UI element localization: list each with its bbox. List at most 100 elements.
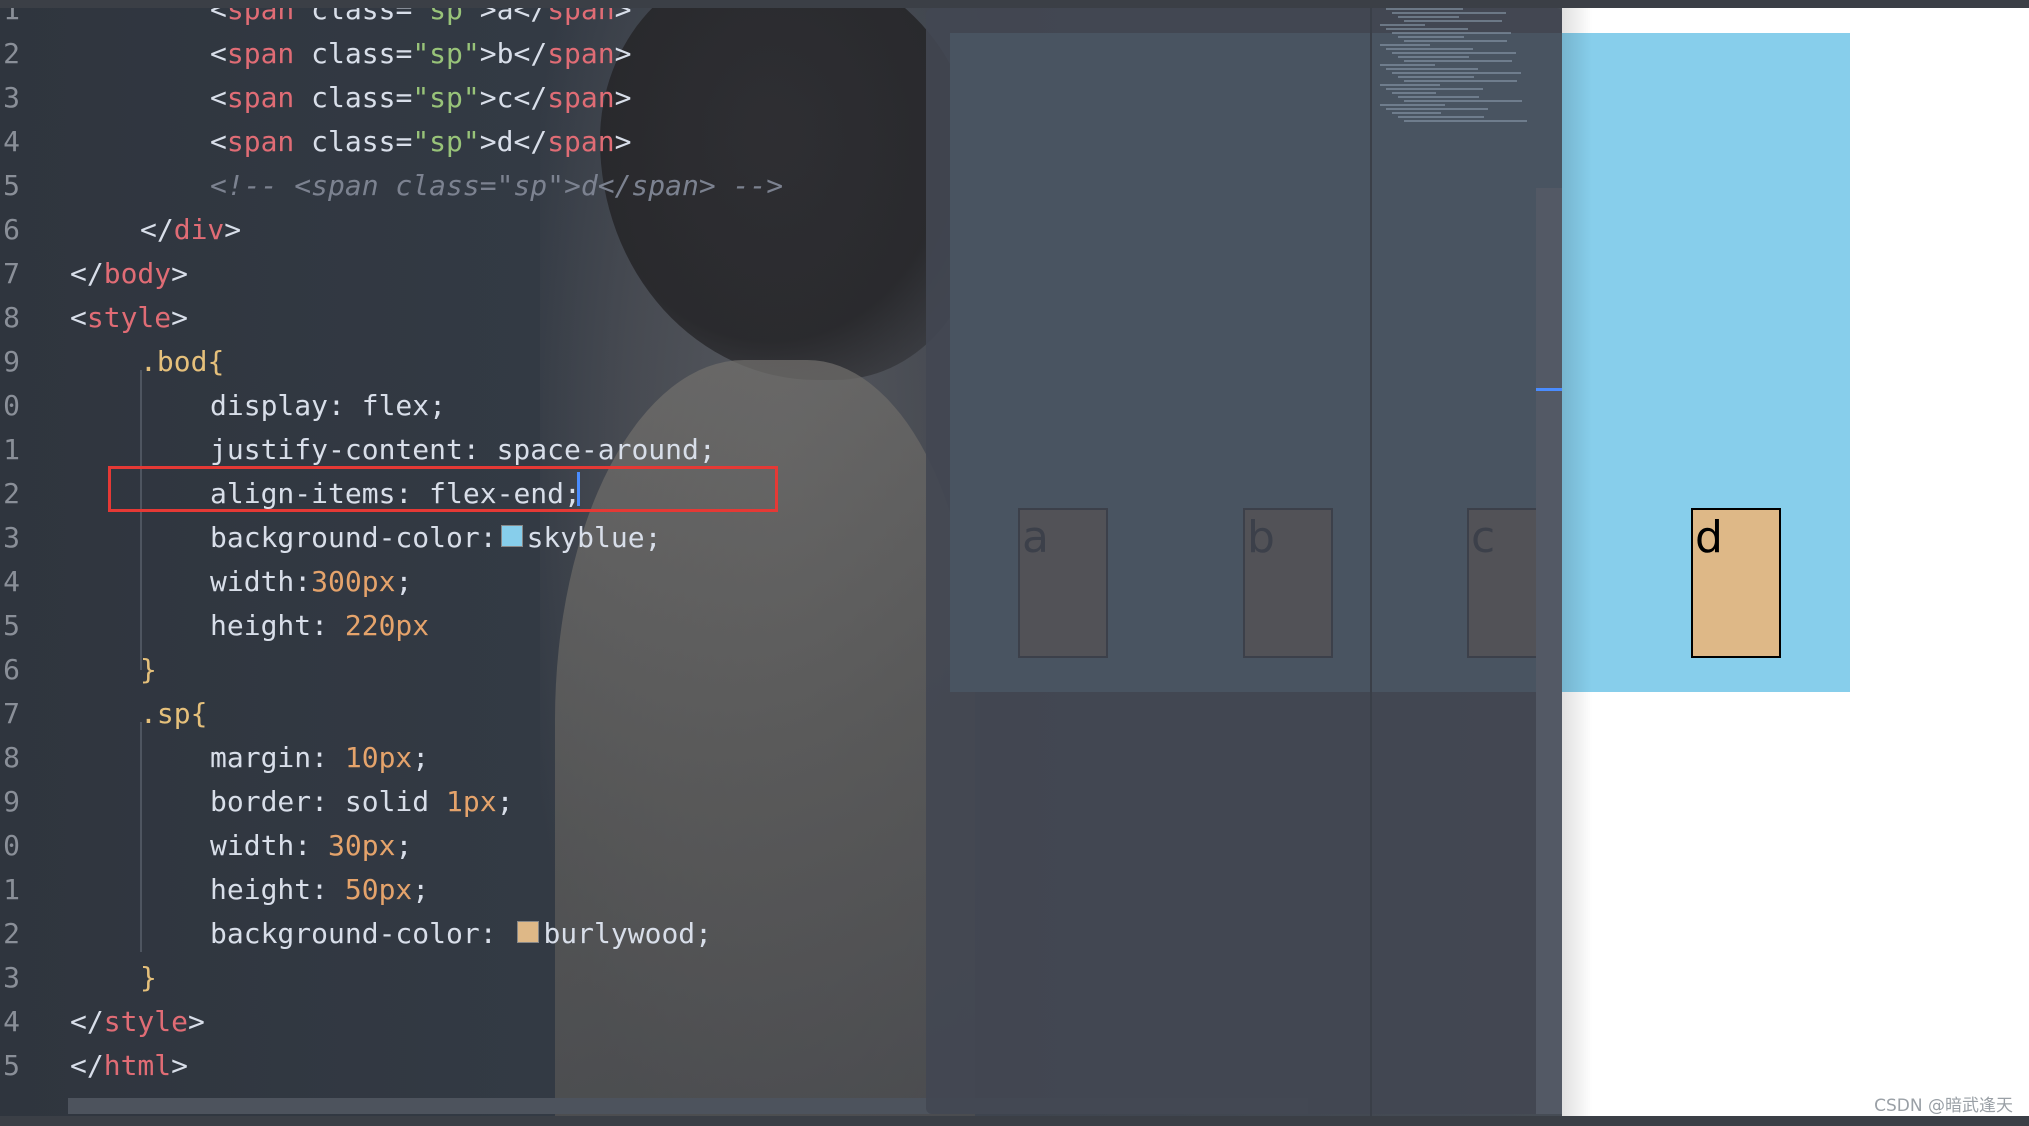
- code-token: </: [140, 213, 174, 246]
- line-number: 7: [3, 257, 20, 290]
- code-token: width:: [210, 829, 329, 862]
- code-line[interactable]: width: 30px;: [210, 824, 412, 868]
- minimap-line: [1380, 84, 1440, 86]
- minimap-line: [1386, 8, 1463, 10]
- code-token: background-color:: [210, 917, 514, 950]
- code-token: display:: [210, 389, 362, 422]
- line-number: 5: [3, 609, 20, 642]
- minimap-line: [1392, 72, 1521, 74]
- code-line[interactable]: </div>: [140, 208, 241, 252]
- minimap-line: [1404, 20, 1502, 22]
- code-token: space-around;: [496, 433, 716, 466]
- code-token: b: [496, 37, 514, 70]
- code-token: >: [614, 37, 632, 70]
- pane-divider[interactable]: [1370, 0, 1372, 1126]
- line-number: 7: [3, 697, 20, 730]
- code-token: >: [171, 301, 189, 334]
- code-token: </: [70, 1049, 104, 1082]
- code-token: 300px: [311, 565, 396, 598]
- line-number: 3: [3, 961, 20, 994]
- code-line[interactable]: margin: 10px;: [210, 736, 429, 780]
- code-token: justify-content:: [210, 433, 497, 466]
- code-token: flex;: [361, 389, 447, 422]
- minimap-line: [1386, 88, 1483, 90]
- minimap-line: [1380, 64, 1435, 66]
- code-token: </: [70, 257, 104, 290]
- code-line[interactable]: display: flex;: [210, 384, 446, 428]
- code-token: }: [140, 961, 157, 994]
- code-token: burlywood;: [543, 917, 713, 950]
- line-number: 0: [3, 389, 20, 422]
- code-token: >: [479, 125, 497, 158]
- code-token: .sp: [140, 697, 191, 730]
- code-token: "sp": [412, 81, 480, 114]
- code-token: >: [614, 125, 632, 158]
- minimap-line: [1404, 120, 1527, 122]
- code-token: span: [547, 81, 615, 114]
- code-line[interactable]: background-color: skyblue;: [210, 516, 661, 560]
- code-token: .bod: [140, 345, 208, 378]
- code-token: span: [547, 125, 615, 158]
- indent-guide: [140, 722, 142, 952]
- color-swatch[interactable]: [517, 921, 540, 943]
- line-number: 4: [3, 1005, 20, 1038]
- line-number: 8: [3, 741, 20, 774]
- code-token: border:: [210, 785, 345, 818]
- code-token: ;: [395, 565, 413, 598]
- code-line[interactable]: background-color: burlywood;: [210, 912, 712, 956]
- code-line[interactable]: height: 220px: [210, 604, 429, 648]
- code-line[interactable]: border: solid 1px;: [210, 780, 513, 824]
- code-token: d: [496, 125, 514, 158]
- code-token: <: [210, 125, 227, 158]
- code-line[interactable]: }: [140, 648, 157, 692]
- code-token: 50px: [344, 873, 413, 906]
- minimap[interactable]: [1378, 0, 1538, 140]
- code-line[interactable]: <span class="sp">d</span>: [210, 120, 631, 164]
- code-line[interactable]: .bod{: [140, 340, 224, 384]
- watermark: CSDN @暗武逢天: [1874, 1096, 2013, 1116]
- code-line[interactable]: <span class="sp">c</span>: [210, 76, 631, 120]
- code-token: span: [547, 37, 615, 70]
- code-line[interactable]: height: 50px;: [210, 868, 429, 912]
- minimap-line: [1392, 32, 1511, 34]
- color-swatch[interactable]: [500, 525, 523, 547]
- code-line[interactable]: <!-- <span class="sp">d</span> -->: [210, 164, 783, 208]
- code-token: ;: [412, 873, 430, 906]
- code-line[interactable]: </style>: [70, 1000, 205, 1044]
- code-token: span: [226, 125, 295, 158]
- code-line[interactable]: }: [140, 956, 157, 1000]
- line-number: 6: [3, 213, 20, 246]
- code-token: <: [70, 301, 87, 334]
- minimap-line: [1398, 116, 1484, 118]
- code-line[interactable]: </html>: [70, 1044, 188, 1088]
- vertical-scrollbar[interactable]: [1536, 188, 1562, 1114]
- code-token: ;: [412, 741, 430, 774]
- minimap-line: [1392, 112, 1441, 114]
- code-line[interactable]: </body>: [70, 252, 188, 296]
- scrollbar-position-marker: [1536, 388, 1562, 391]
- code-token: >: [479, 37, 497, 70]
- code-token: class=: [294, 81, 413, 114]
- code-token: span: [226, 37, 295, 70]
- code-token: <: [210, 81, 227, 114]
- code-token: class=: [294, 125, 413, 158]
- code-line[interactable]: .sp{: [140, 692, 207, 736]
- minimap-line: [1386, 108, 1488, 110]
- code-line[interactable]: <span class="sp">b</span>: [210, 32, 631, 76]
- code-token: <: [210, 37, 227, 70]
- code-token: >: [224, 213, 242, 246]
- minimap-line: [1404, 100, 1522, 102]
- line-number-gutter: 1234567890123456789012345: [0, 0, 40, 1126]
- code-line[interactable]: <style>: [70, 296, 188, 340]
- code-token: html: [103, 1049, 172, 1082]
- overlay-panel: [926, 8, 1562, 1114]
- minimap-line: [1404, 60, 1512, 62]
- minimap-line: [1404, 40, 1507, 42]
- code-token: <!-- <span class="sp">d</span> -->: [210, 169, 784, 202]
- code-token: div: [173, 213, 225, 246]
- line-number: 2: [3, 477, 20, 510]
- code-token: 220px: [344, 609, 430, 642]
- line-number: 2: [3, 917, 20, 950]
- line-number: 1: [3, 433, 20, 466]
- code-line[interactable]: width:300px;: [210, 560, 412, 604]
